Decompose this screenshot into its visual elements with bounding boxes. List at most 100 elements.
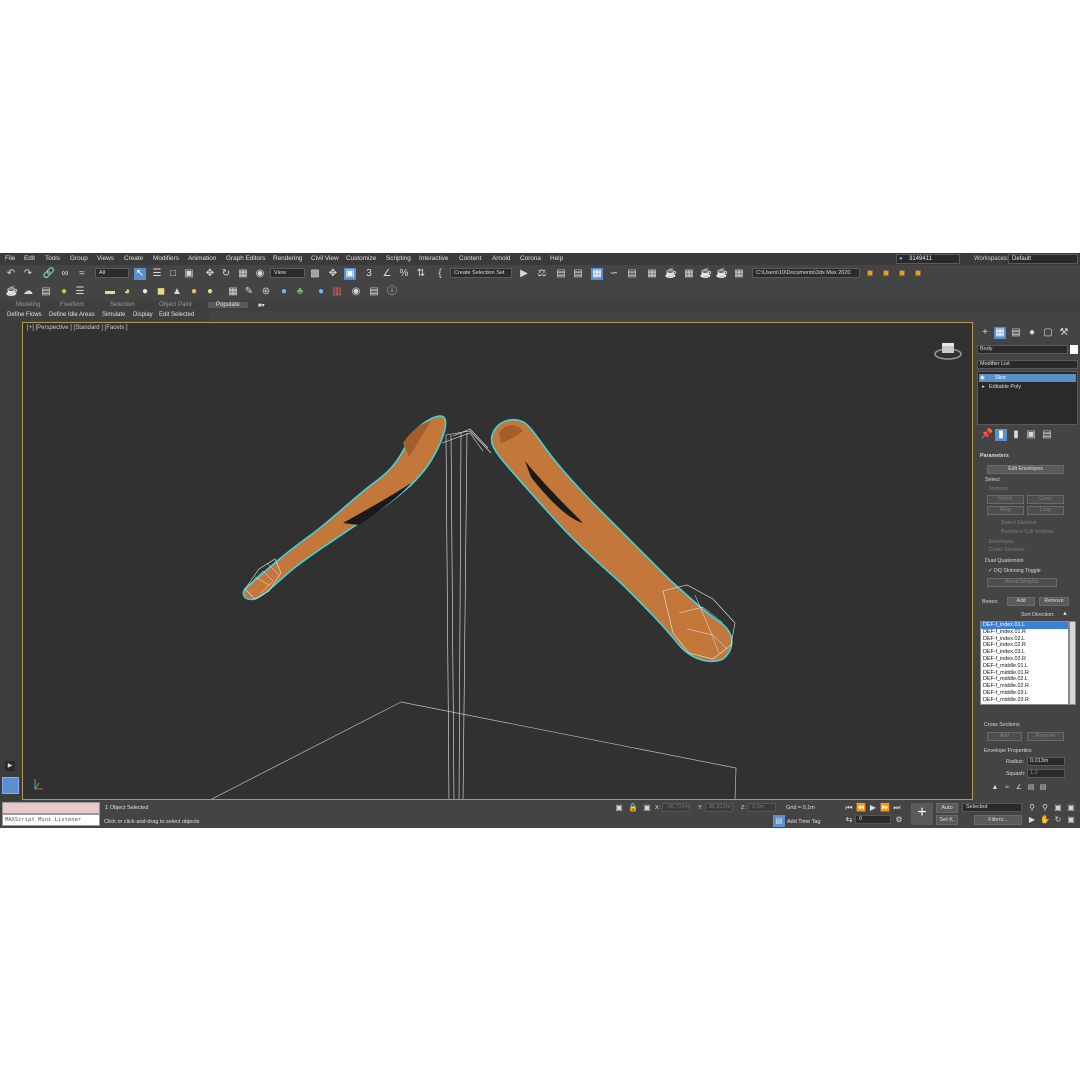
select-by-name-icon[interactable]: ☰ [151,268,163,280]
absolute-mode-icon[interactable]: ▣ [641,802,653,814]
named-selection-set-dropdown[interactable]: Create Selection Set [450,268,512,278]
arnold-light-icon[interactable]: ◉ [350,286,362,298]
bone-item[interactable]: DEF-f_middle.01.R [981,670,1068,677]
bone-item[interactable]: DEF-f_index.01.R [981,629,1068,636]
box-icon[interactable]: ◼ [155,286,167,298]
set-key-icon[interactable]: + [911,803,933,825]
material-ball-icon[interactable]: ● [204,286,216,298]
menu-civil-view[interactable]: Civil View [311,255,339,262]
window-crossing-icon[interactable]: ▣ [183,268,195,280]
object-color-swatch[interactable] [1070,345,1078,354]
configure-sets-icon[interactable]: ▤ [1041,429,1053,441]
cs-remove-button[interactable]: Remove [1027,732,1064,741]
menu-group[interactable]: Group [70,255,88,262]
edit-named-selection-icon[interactable]: { [434,268,446,280]
bone-item[interactable]: DEF-f_middle.01.L [981,663,1068,670]
bones-list[interactable]: DEF-f_index.01.L DEF-f_index.01.R DEF-f_… [980,621,1069,705]
render-setup-icon[interactable]: ☕ [665,268,677,280]
current-frame-field[interactable]: 0 [855,815,891,824]
falloff-icon[interactable]: ∠ [1013,782,1025,794]
menu-modifiers[interactable]: Modifiers [153,255,179,262]
motion-tab-icon[interactable]: ● [1026,327,1038,339]
shrink-button[interactable]: Shrink [987,495,1024,504]
render-iterative-icon[interactable]: ☕ [716,268,728,280]
arnold-render-icon[interactable]: ● [315,286,327,298]
maxscript-output[interactable] [2,802,100,814]
menu-tools[interactable]: Tools [45,255,60,262]
menu-interactive[interactable]: Interactive [419,255,448,262]
menu-rendering[interactable]: Rendering [273,255,303,262]
lock-selection-icon[interactable]: 🔒 [627,802,639,814]
arnold-tools-icon[interactable]: ▥ [331,286,343,298]
tree-icon[interactable]: ♣ [294,286,306,298]
add-time-tag-button[interactable]: Add Time Tag [787,819,821,825]
toggle-ribbon-icon[interactable]: ▦ [591,268,603,280]
material-editor-icon[interactable]: ▦ [646,268,658,280]
align-icon[interactable]: ⚖ [536,268,548,280]
reference-coord-dropdown[interactable]: View [270,268,305,278]
bind-spacewarp-icon[interactable]: ≈ [76,268,88,280]
object-name-field[interactable]: Body [977,345,1068,354]
bone-item[interactable]: DEF-f_index.01.L [981,622,1068,629]
menu-animation[interactable]: Animation [188,255,216,262]
viewport-layout-icon[interactable] [2,777,19,794]
add-bone-button[interactable]: Add [1007,597,1035,606]
folder-up-icon[interactable]: ■ [912,268,924,280]
bone-item[interactable]: DEF-f_middle.02.R [981,683,1068,690]
scale-icon[interactable]: ▦ [237,268,249,280]
blend-weights-button[interactable]: Blend Weights [987,578,1057,587]
tab-populate[interactable]: Populate [208,302,248,308]
mirror-icon[interactable]: ▶ [518,268,530,280]
key-filter-dropdown[interactable]: Selected [962,803,1022,812]
loop-button[interactable]: Loop [1027,506,1064,515]
menu-file[interactable]: File [5,255,15,262]
unlink-icon[interactable]: ∞ [59,268,71,280]
tab-selection[interactable]: Selection [110,302,135,308]
set-key-button[interactable]: Set K. [936,815,958,825]
angle-snap-icon[interactable]: ∠ [381,268,393,280]
backface-cull-checkbox[interactable]: Backface Cull Vertices [1001,529,1054,535]
menu-scripting[interactable]: Scripting [386,255,411,262]
field-of-view-icon[interactable]: ▶ [1026,814,1038,826]
y-coordinate-field[interactable]: 86,813m [705,803,733,812]
menu-corona[interactable]: Corona [520,255,541,262]
percent-snap-icon[interactable]: % [398,268,410,280]
expand-arrow-icon[interactable]: ▸ [982,383,985,391]
paste-icon[interactable]: ▤ [1037,782,1049,794]
grow-button[interactable]: Grow [1027,495,1064,504]
perspective-viewport[interactable]: [+] [Perspective ] [Standard ] [Facets ] [22,322,973,800]
save-folder-icon[interactable]: ■ [896,268,908,280]
menu-arnold[interactable]: Arnold [492,255,510,262]
place-icon[interactable]: ◉ [254,268,266,280]
snaps-toggle-icon[interactable]: 3 [363,268,375,280]
project-folder-dropdown[interactable]: C:\Users\10\Documents\3ds Max 2020 [752,268,860,278]
menu-content[interactable]: Content [459,255,481,262]
keyboard-shortcut-toggle-icon[interactable]: ▣ [344,268,356,280]
pivot-center-icon[interactable]: ▩ [309,268,321,280]
schematic-view-icon[interactable]: ▤ [626,268,638,280]
undo-icon[interactable]: ↶ [5,268,17,280]
plane-icon[interactable]: ▬ [104,286,116,298]
time-config-icon[interactable]: ⚙ [893,814,905,826]
rotate-icon[interactable]: ↻ [220,268,232,280]
link-icon[interactable]: 🔗 [43,268,55,280]
display-tab-icon[interactable]: ▢ [1042,327,1054,339]
project-folder-icon[interactable]: ■ [864,268,876,280]
dq-skinning-toggle[interactable]: DQ Skinning Toggle [994,568,1041,574]
maxscript-mini-listener[interactable]: MAXScript Mini Listener [2,814,100,826]
tab-modeling[interactable]: Modeling [16,302,40,308]
modifier-list-dropdown[interactable]: Modifier List [977,360,1078,369]
play-icon[interactable]: ▶ [867,802,879,814]
render-production-icon[interactable]: ☕ [700,268,712,280]
zoom-extents-all-icon[interactable]: ▣ [1065,802,1077,814]
menu-graph-editors[interactable]: Graph Editors [226,255,265,262]
menu-customize[interactable]: Customize [346,255,376,262]
zoom-extents-icon[interactable]: ▣ [1052,802,1064,814]
eye-icon[interactable]: ◉ [980,374,985,382]
hierarchy-tab-icon[interactable]: ▤ [1010,327,1022,339]
spinner-snap-icon[interactable]: ⇅ [415,268,427,280]
remove-bone-button[interactable]: Remove [1039,597,1069,606]
ring-button[interactable]: Ring [987,506,1024,515]
move-icon[interactable]: ✥ [204,268,216,280]
copy-icon[interactable]: ▤ [1025,782,1037,794]
